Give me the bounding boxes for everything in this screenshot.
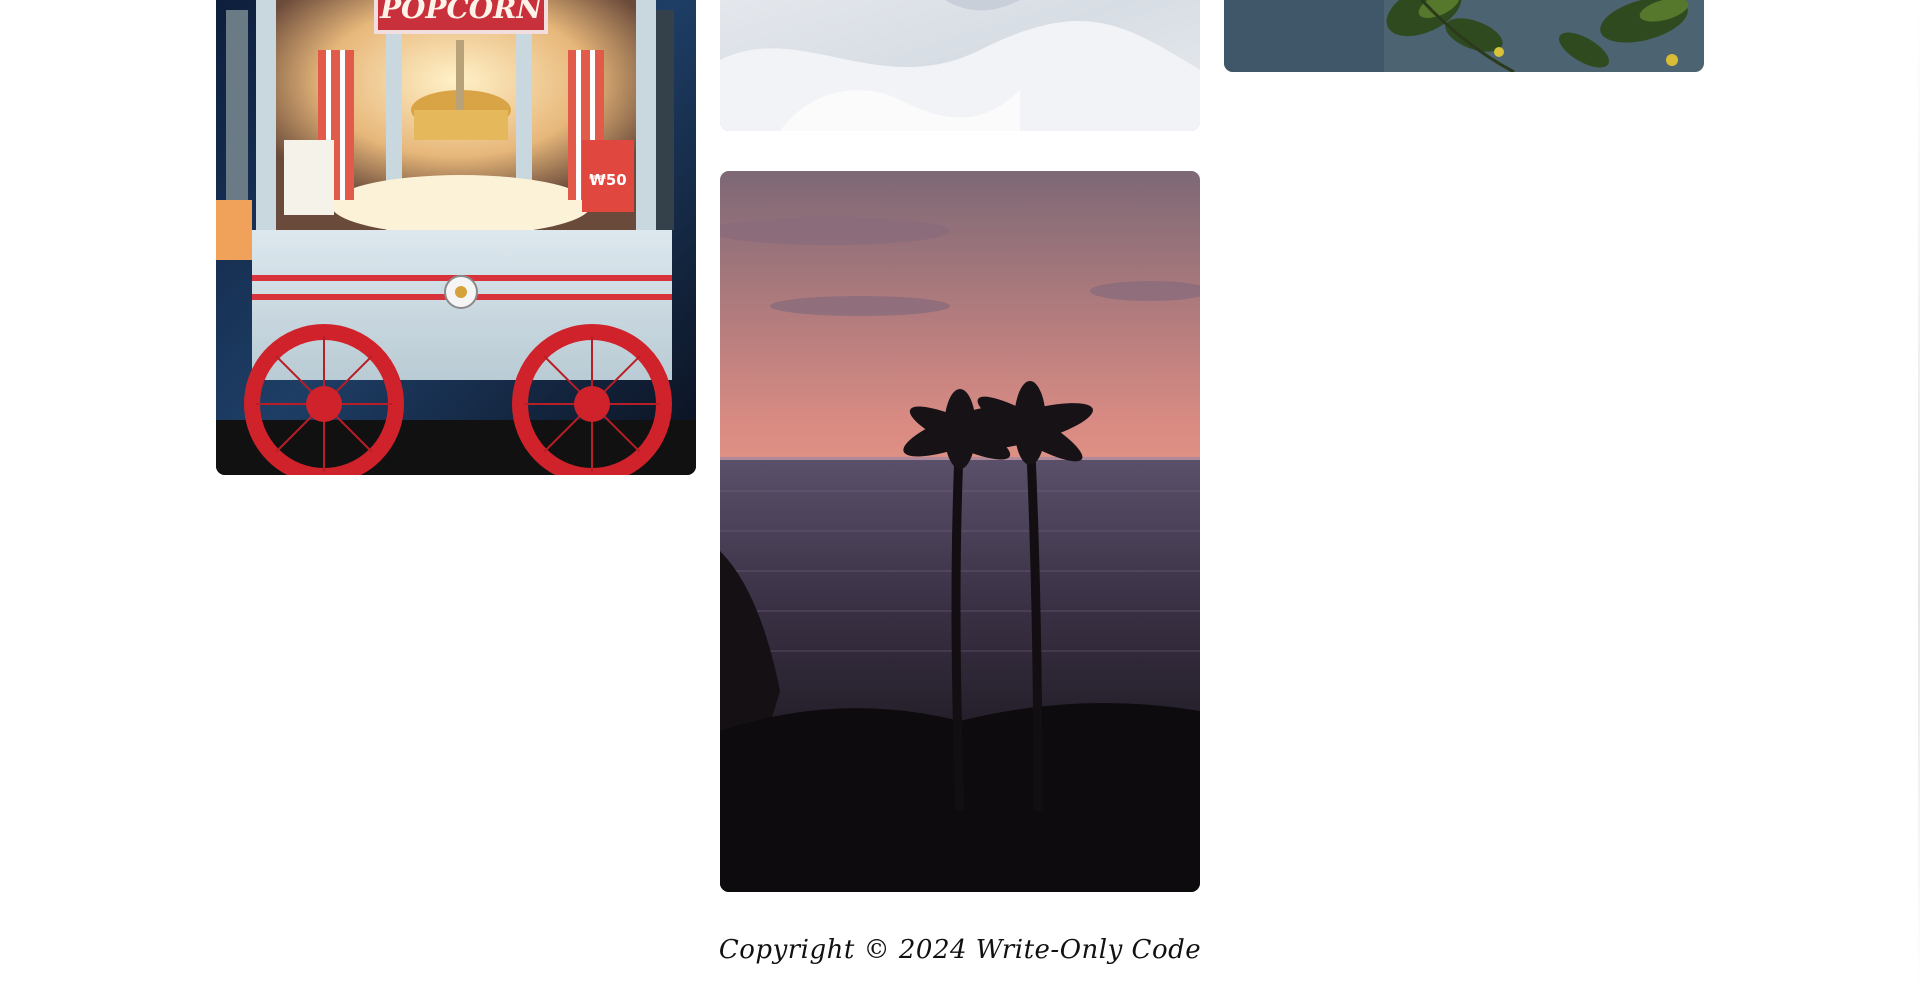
gallery-image-green-leaves[interactable] <box>1224 0 1704 72</box>
gallery-image-popcorn-cart[interactable]: POPCORN ₩50 <box>216 0 696 475</box>
popcorn-sign-text: POPCORN <box>379 0 543 25</box>
footer-copyright: Copyright © 2024 Write-Only Code <box>718 935 1202 965</box>
gallery-image-sunset-palm-trees[interactable] <box>720 171 1200 892</box>
popcorn-cart-illustration: POPCORN ₩50 <box>216 0 696 475</box>
green-leaves-illustration <box>1224 0 1704 72</box>
gallery-page: POPCORN ₩50 Copyright © 2024 Write-Only … <box>0 0 1920 995</box>
price-tag-text: ₩50 <box>589 171 626 189</box>
white-fabric-illustration <box>720 0 1200 131</box>
gallery-image-white-fabric[interactable] <box>720 0 1200 131</box>
sunset-palm-illustration <box>720 171 1200 892</box>
